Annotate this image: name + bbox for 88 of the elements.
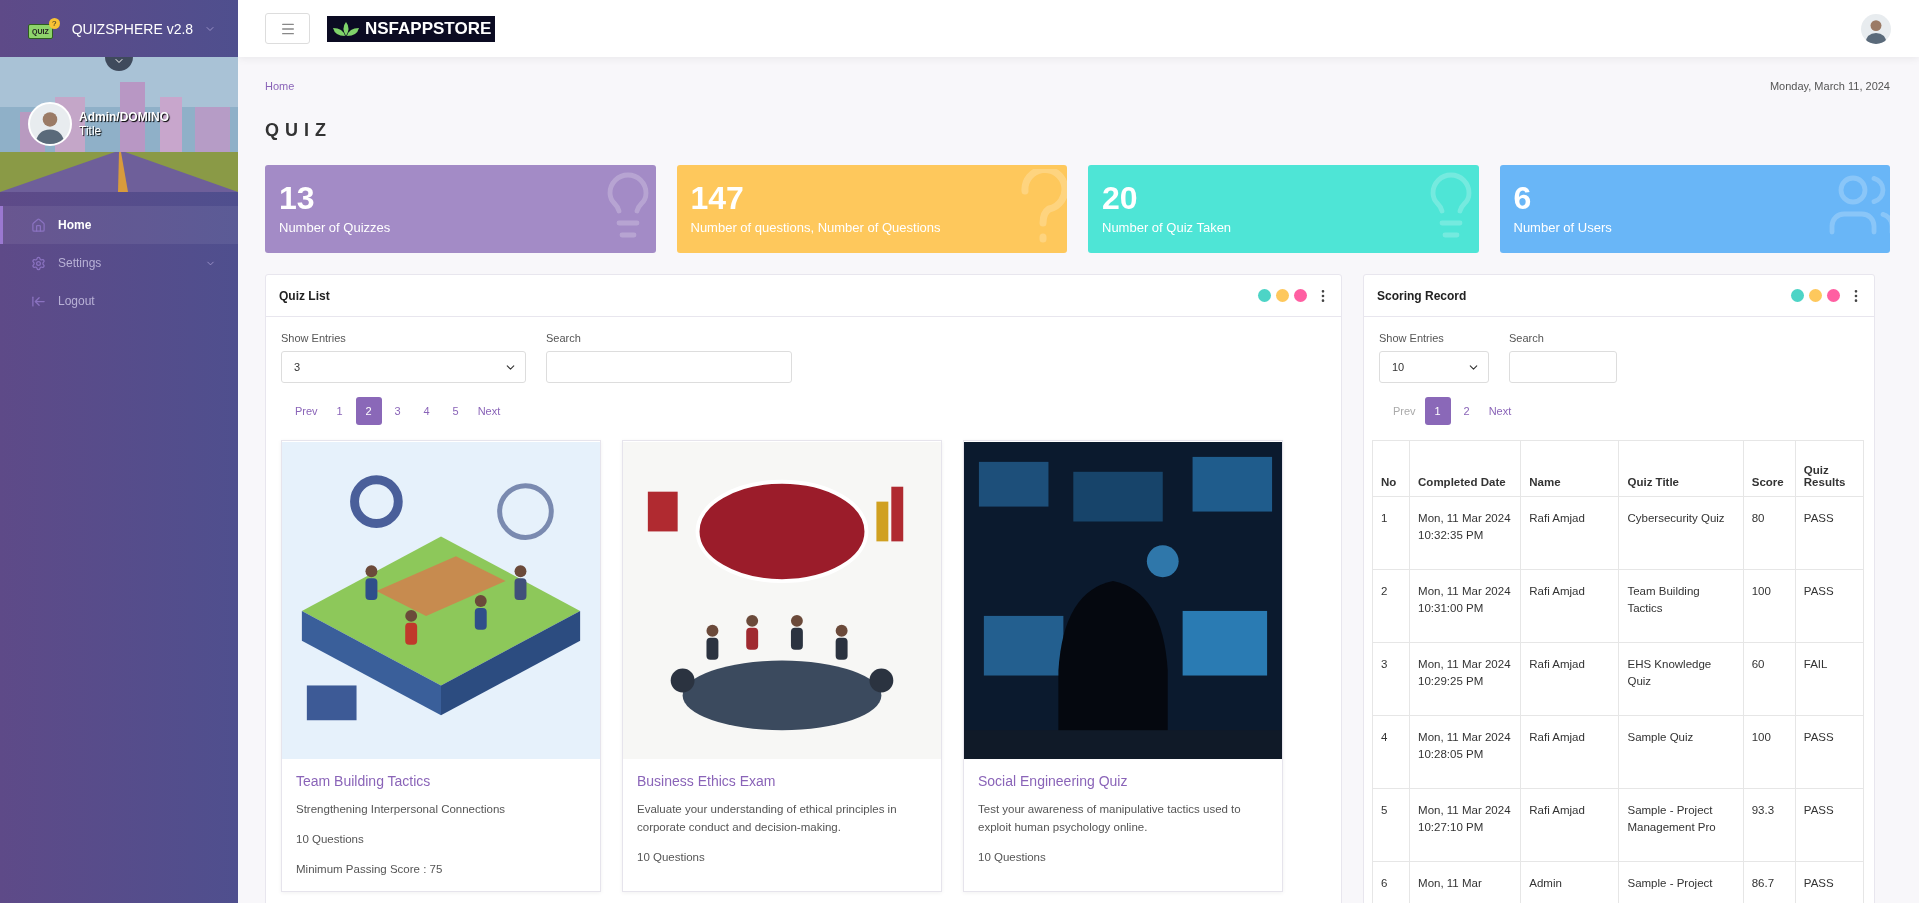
table-cell: EHS Knowledge Quiz <box>1618 642 1744 716</box>
table-cell: PASS <box>1795 788 1864 862</box>
table-cell: Mon, 11 Mar 2024 10:28:05 PM <box>1409 715 1521 789</box>
home-icon <box>31 217 46 233</box>
entries-select[interactable]: 3 <box>281 351 526 383</box>
column-header: Completed Date <box>1409 440 1521 497</box>
page-button[interactable]: 3 <box>384 397 411 425</box>
column-header: Name <box>1520 440 1619 497</box>
field-label: Search <box>1509 332 1545 344</box>
quiz-title[interactable]: Social Engineering Quiz <box>978 773 1268 789</box>
table-cell: 6 <box>1372 861 1410 903</box>
column-header: Quiz Title <box>1618 440 1744 497</box>
table-cell: Sample - Project Management Pro <box>1618 788 1744 862</box>
table-cell: Rafi Amjad <box>1520 642 1619 716</box>
question-count: 10 Questions <box>978 849 1047 865</box>
field-label: Show Entries <box>1379 332 1445 344</box>
table-cell: Rafi Amjad <box>1520 788 1619 862</box>
quiz-title[interactable]: Business Ethics Exam <box>637 773 927 789</box>
table-cell: Rafi Amjad <box>1520 569 1619 643</box>
table-cell: Team Building Tactics <box>1618 569 1744 643</box>
quiz-title[interactable]: Team Building Tactics <box>296 773 586 789</box>
page-button[interactable]: 1 <box>1424 397 1451 425</box>
table-cell: Mon, 11 Mar 2024 10:32:35 PM <box>1409 496 1521 570</box>
page-button[interactable]: 2 <box>355 397 382 425</box>
stat-label: Number of Quiz Taken <box>1102 220 1233 236</box>
table-cell: 2 <box>1372 569 1410 643</box>
table-cell: 60 <box>1743 642 1796 716</box>
table-cell: Mon, 11 Mar 2024 10:27:10 PM <box>1409 788 1521 862</box>
stat-value: 13 <box>279 181 316 217</box>
avatar[interactable] <box>1861 13 1891 44</box>
app-name: QUIZSPHERE v2.8 <box>71 20 195 37</box>
stat-label: Number of Quizzes <box>279 220 392 236</box>
column-header: Score <box>1743 440 1796 497</box>
table-cell: FAIL <box>1795 642 1864 716</box>
table-cell: 100 <box>1743 569 1796 643</box>
page-title: QUIZ <box>265 120 333 140</box>
panel-title: Quiz List <box>279 288 331 303</box>
panel-title: Scoring Record <box>1377 288 1468 303</box>
search-field[interactable] <box>546 351 792 383</box>
table-cell: 100 <box>1743 715 1796 789</box>
stat-label: Number of Users <box>1513 220 1613 236</box>
table-cell: Cybersecurity Quiz <box>1618 496 1744 570</box>
nav-item[interactable]: Settings <box>0 244 238 282</box>
page-button[interactable]: 2 <box>1453 397 1480 425</box>
table-cell: 3 <box>1372 642 1410 716</box>
table-cell: PASS <box>1795 715 1864 789</box>
stat-label: Number of questions, Number of Questions <box>690 220 942 236</box>
passing-score: Minimum Passing Score : 75 <box>296 861 444 877</box>
quiz-description: Strengthening Interpersonal Connections <box>296 802 507 817</box>
user-name: Admin/DOMINO <box>79 110 169 124</box>
stat-value: 20 <box>1102 181 1139 217</box>
stat-value: 6 <box>1513 181 1533 217</box>
brand-logo: NSFAPPSTORE <box>327 15 496 42</box>
table-cell: 93.3 <box>1743 788 1796 862</box>
field-label: Search <box>546 332 582 344</box>
table-cell: 4 <box>1372 715 1410 789</box>
field-label: Show Entries <box>281 332 347 344</box>
settings-icon <box>31 255 46 271</box>
column-header: Quiz Results <box>1795 440 1864 497</box>
table-cell: Rafi Amjad <box>1520 715 1619 789</box>
nav-item[interactable]: Logout <box>0 282 238 320</box>
table-cell: Mon, 11 Mar 2024 10:31:00 PM <box>1409 569 1521 643</box>
user-title: Title <box>79 124 103 138</box>
table-cell: 80 <box>1743 496 1796 570</box>
table-cell: Sample Quiz <box>1618 715 1744 789</box>
page-button[interactable]: 5 <box>442 397 469 425</box>
page-button[interactable]: Next <box>1482 397 1518 425</box>
breadcrumb-link[interactable]: Home <box>265 80 295 92</box>
entries-select[interactable]: 10 <box>1379 351 1489 383</box>
page-button[interactable]: Prev <box>289 397 324 425</box>
table-cell: 5 <box>1372 788 1410 862</box>
table-cell: Mon, 11 Mar 2024 10:29:25 PM <box>1409 642 1521 716</box>
table-cell: 1 <box>1372 496 1410 570</box>
stat-value: 147 <box>690 181 745 217</box>
table-cell: PASS <box>1795 569 1864 643</box>
search-field[interactable] <box>1509 351 1617 383</box>
nav-item[interactable]: Home <box>0 206 238 244</box>
question-count: 10 Questions <box>296 831 365 847</box>
page-button[interactable]: 1 <box>326 397 353 425</box>
table-cell: Rafi Amjad <box>1520 496 1619 570</box>
page-button[interactable]: Next <box>471 397 507 425</box>
column-header: No <box>1372 440 1410 497</box>
question-count: 10 Questions <box>637 849 706 865</box>
page-button[interactable]: 4 <box>413 397 440 425</box>
date-text: Monday, March 11, 2024 <box>1769 80 1890 92</box>
quiz-description: Test your awareness of manipulative tactics used to exploit human psychology online. <box>978 802 1242 835</box>
table-cell: PASS <box>1795 496 1864 570</box>
quiz-description: Evaluate your understanding of ethical principles in corporate conduct and decision-making. <box>637 802 898 835</box>
